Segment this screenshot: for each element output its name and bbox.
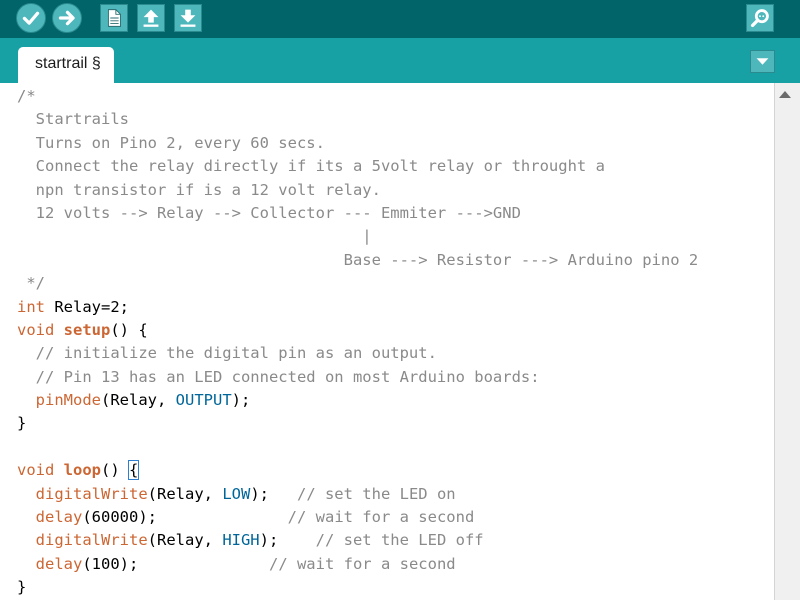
code-token: HIGH	[222, 531, 260, 550]
code-line[interactable]: int Relay=2;	[17, 296, 698, 319]
code-token: (100);	[82, 554, 269, 573]
code-token: loop	[63, 461, 101, 480]
code-token: Relay=2;	[45, 297, 129, 316]
code-line[interactable]: pinMode(Relay, OUTPUT);	[17, 389, 698, 412]
code-token: /*	[17, 87, 36, 105]
code-token: (Relay,	[101, 391, 176, 410]
code-line[interactable]: digitalWrite(Relay, LOW); // set the LED…	[17, 483, 698, 506]
code-token: OUTPUT	[175, 391, 232, 410]
code-line[interactable]: Turns on Pino 2, every 60 secs.	[17, 132, 698, 155]
serial-monitor-button[interactable]	[746, 4, 774, 32]
code-token: (Relay,	[147, 531, 223, 550]
code-token: // wait for a second	[287, 508, 475, 527]
code-text[interactable]: /* Startrails Turns on Pino 2, every 60 …	[17, 85, 698, 600]
matched-brace: {	[127, 460, 140, 481]
arrow-up-icon	[143, 9, 159, 27]
code-line[interactable]: /*	[17, 85, 698, 108]
code-token: () {	[110, 320, 148, 339]
code-token: delay	[35, 508, 83, 527]
toolbar	[0, 0, 800, 38]
code-line[interactable]: 12 volts --> Relay --> Collector --- Emm…	[17, 202, 698, 225]
code-token: // set the LED off	[315, 531, 484, 550]
code-line[interactable]: */	[17, 272, 698, 295]
checkmark-icon	[22, 11, 40, 25]
arrow-right-icon	[58, 10, 75, 26]
code-line[interactable]: }	[17, 576, 698, 599]
triangle-down-icon	[756, 58, 769, 65]
code-token: (Relay,	[147, 484, 223, 503]
code-token: // set the LED on	[296, 484, 456, 503]
code-token: }	[17, 578, 27, 597]
code-line[interactable]: Base ---> Resistor ---> Arduino pino 2	[17, 249, 699, 272]
scroll-up-arrow-icon[interactable]	[779, 91, 791, 98]
code-line[interactable]: |	[17, 225, 698, 248]
code-token: );	[250, 484, 297, 503]
code-token: Startrails	[17, 110, 129, 129]
code-token: 12 volts --> Relay --> Collector --- Emm…	[17, 203, 521, 222]
code-token: int	[17, 297, 45, 316]
code-token: // initialize the digital pin as an outp…	[17, 344, 437, 363]
code-line[interactable]: Startrails	[17, 108, 698, 131]
code-token: npn transistor if is a 12 volt relay.	[17, 180, 381, 199]
code-line[interactable]: delay(60000); // wait for a second	[17, 506, 698, 529]
tab-bar: startrail §	[0, 38, 800, 83]
code-token: */	[17, 274, 45, 293]
code-line[interactable]: Connect the relay directly if its a 5vol…	[17, 155, 698, 178]
code-token: // Pin 13 has an LED connected on most A…	[17, 367, 540, 386]
code-line[interactable]: void loop() {	[17, 459, 698, 482]
code-line[interactable]: // Pin 13 has an LED connected on most A…	[17, 366, 698, 389]
code-editor[interactable]: /* Startrails Turns on Pino 2, every 60 …	[0, 83, 774, 600]
tab-menu-button[interactable]	[750, 50, 775, 73]
code-token: );	[231, 391, 251, 410]
code-token: // wait for a second	[268, 554, 456, 573]
code-token: void	[17, 461, 55, 480]
code-line[interactable]: void setup() {	[17, 319, 698, 342]
code-line[interactable]	[17, 436, 698, 459]
code-token: delay	[35, 554, 83, 573]
verify-button[interactable]	[16, 3, 46, 33]
code-line[interactable]: // initialize the digital pin as an outp…	[17, 342, 698, 365]
vertical-scrollbar[interactable]	[774, 83, 800, 600]
code-token: Connect the relay directly if its a 5vol…	[17, 157, 605, 176]
code-token: (60000);	[82, 508, 288, 527]
code-token: digitalWrite	[35, 484, 148, 503]
code-line[interactable]: }	[17, 412, 698, 435]
code-token: );	[259, 531, 316, 550]
code-token: }	[17, 414, 27, 433]
magnifier-icon	[750, 9, 769, 28]
upload-button[interactable]	[52, 3, 82, 33]
tab-label: startrail §	[35, 55, 101, 72]
code-token: Base ---> Resistor ---> Arduino pino 2	[17, 250, 699, 269]
open-button[interactable]	[137, 4, 165, 32]
code-token: |	[17, 227, 372, 246]
code-line[interactable]: digitalWrite(Relay, HIGH); // set the LE…	[17, 529, 698, 552]
arrow-down-icon	[180, 9, 196, 27]
new-button[interactable]	[100, 4, 128, 32]
new-document-icon	[107, 9, 121, 27]
code-token: ()	[101, 461, 129, 480]
code-line[interactable]: delay(100); // wait for a second	[17, 553, 698, 576]
tab-startrail[interactable]: startrail §	[18, 47, 114, 83]
code-token: digitalWrite	[35, 531, 148, 550]
code-token: Turns on Pino 2, every 60 secs.	[17, 133, 325, 152]
code-token: void	[17, 320, 55, 339]
code-line[interactable]: npn transistor if is a 12 volt relay.	[17, 179, 698, 202]
code-token: LOW	[222, 484, 251, 503]
code-token: setup	[63, 320, 111, 339]
save-button[interactable]	[174, 4, 202, 32]
code-token: pinMode	[35, 391, 101, 410]
